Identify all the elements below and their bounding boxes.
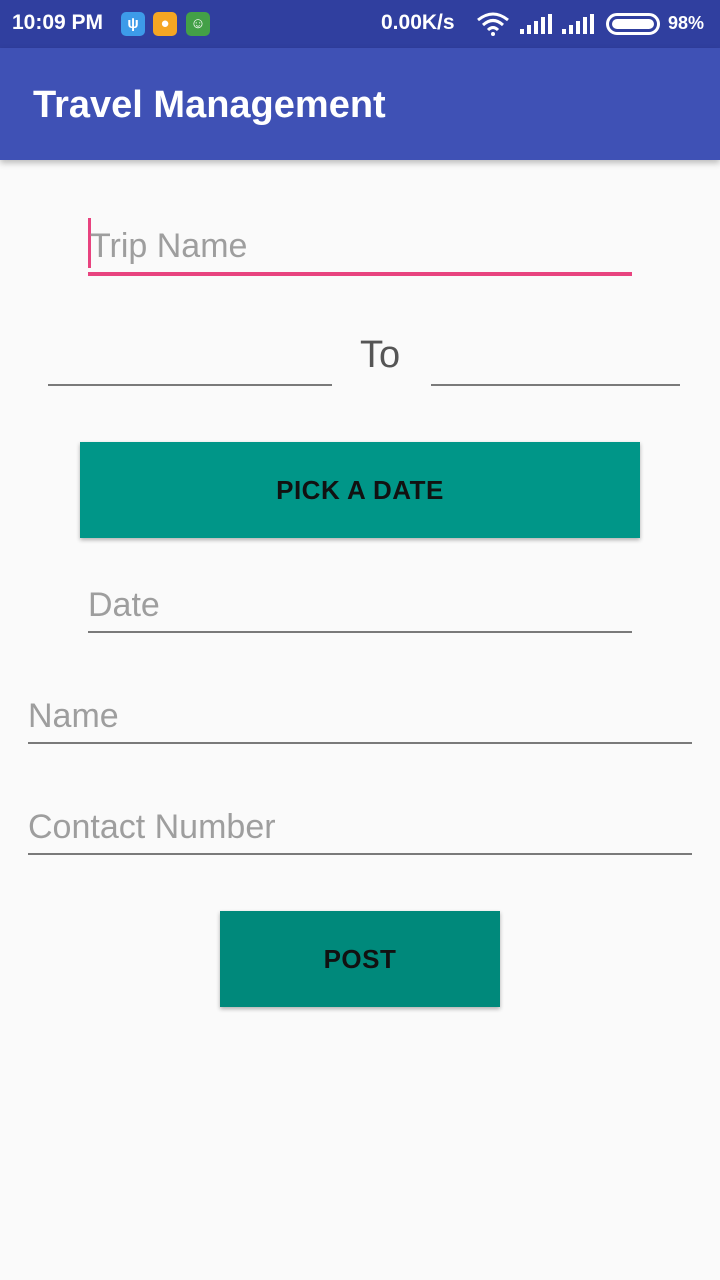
app-bar: Travel Management xyxy=(0,48,720,160)
from-location-input[interactable] xyxy=(48,330,332,386)
network-speed: 0.00K/s xyxy=(381,11,455,34)
page-title: Travel Management xyxy=(33,84,386,126)
battery-percent: 98% xyxy=(668,13,705,33)
signal-icon xyxy=(562,14,594,34)
post-button[interactable]: POST xyxy=(220,911,500,1007)
status-bar: 10:09 PM ψ ● ☺ 0.00K/s 98% xyxy=(0,0,720,48)
pick-date-button[interactable]: PICK A DATE xyxy=(80,442,640,538)
battery-icon xyxy=(606,13,660,35)
contact-number-input[interactable]: Contact Number xyxy=(28,799,692,855)
wifi-icon xyxy=(477,12,509,36)
date-field[interactable]: Date xyxy=(88,578,632,633)
trip-name-input[interactable]: Trip Name xyxy=(88,218,632,276)
to-location-input[interactable] xyxy=(431,330,680,386)
trip-name-placeholder: Trip Name xyxy=(90,227,248,265)
name-placeholder: Name xyxy=(28,697,119,735)
android-icon: ☺ xyxy=(186,12,210,36)
contact-number-placeholder: Contact Number xyxy=(28,808,276,846)
usb-icon: ψ xyxy=(121,12,145,36)
date-placeholder: Date xyxy=(88,586,160,624)
signal-icon xyxy=(520,14,552,34)
chat-icon: ● xyxy=(153,12,177,36)
to-label: To xyxy=(360,334,401,376)
name-input[interactable]: Name xyxy=(28,688,692,744)
status-time: 10:09 PM xyxy=(12,11,104,34)
